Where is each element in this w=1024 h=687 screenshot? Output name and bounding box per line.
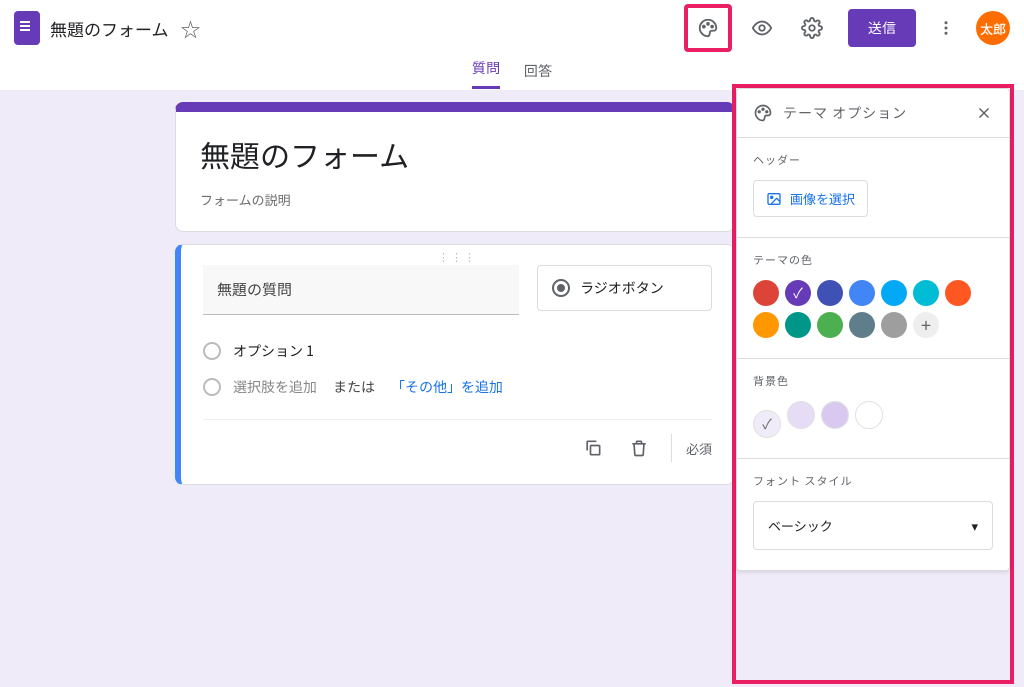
palette-icon	[753, 103, 773, 123]
delete-icon[interactable]	[621, 430, 657, 466]
chevron-down-icon: ▾	[971, 516, 978, 535]
more-icon[interactable]	[932, 8, 960, 48]
font-style-select[interactable]: ベーシック ▾	[753, 501, 993, 550]
bg-color-swatch[interactable]	[787, 401, 815, 429]
theme-color-swatch[interactable]	[785, 312, 811, 338]
bg-color-swatch[interactable]	[821, 401, 849, 429]
duplicate-icon[interactable]	[575, 430, 611, 466]
theme-color-swatch[interactable]	[849, 312, 875, 338]
theme-color-swatch[interactable]	[753, 280, 779, 306]
theme-panel-title: テーマ オプション	[783, 103, 965, 123]
theme-color-swatch[interactable]	[817, 312, 843, 338]
radio-outline-icon	[203, 378, 221, 396]
bg-color-swatch[interactable]	[753, 410, 781, 438]
theme-color-swatch[interactable]	[817, 280, 843, 306]
radio-outline-icon	[203, 342, 221, 360]
theme-color-swatch[interactable]	[881, 280, 907, 306]
question-title-input[interactable]: 無題の質問	[203, 265, 519, 315]
theme-color-swatch[interactable]	[881, 312, 907, 338]
add-other-link[interactable]: 「その他」を追加	[391, 377, 503, 397]
palette-icon[interactable]	[688, 8, 728, 48]
add-option-label[interactable]: 選択肢を追加	[233, 377, 317, 397]
forms-logo[interactable]	[14, 11, 40, 45]
settings-icon[interactable]	[792, 8, 832, 48]
radio-icon	[552, 279, 570, 297]
theme-color-label: テーマの色	[753, 252, 993, 268]
theme-color-swatch[interactable]	[913, 280, 939, 306]
option-row[interactable]: オプション 1	[203, 333, 712, 369]
theme-panel: テーマ オプション ヘッダー 画像を選択 テーマの色 + 背景色 フォント スタ…	[736, 88, 1010, 571]
annotation-highlight-palette	[684, 4, 732, 52]
document-title[interactable]: 無題のフォーム	[50, 16, 169, 41]
form-description[interactable]: フォームの説明	[200, 190, 710, 209]
theme-color-swatch[interactable]	[849, 280, 875, 306]
font-style-label: フォント スタイル	[753, 473, 993, 489]
form-header-card[interactable]: 無題のフォーム フォームの説明	[175, 102, 735, 232]
choose-image-button[interactable]: 画像を選択	[753, 180, 868, 217]
tab-responses[interactable]: 回答	[524, 61, 552, 89]
choose-image-label: 画像を選択	[790, 189, 855, 208]
theme-color-swatch[interactable]	[753, 312, 779, 338]
question-card[interactable]: ⋮⋮⋮ 無題の質問 ラジオボタン オプション 1 選択肢を追加 または 「その他…	[175, 244, 735, 485]
add-option-row[interactable]: 選択肢を追加 または 「その他」を追加	[203, 369, 712, 405]
or-label: または	[333, 377, 375, 397]
preview-icon[interactable]	[742, 8, 782, 48]
divider	[671, 434, 672, 462]
star-icon[interactable]: ☆	[181, 14, 201, 43]
form-title[interactable]: 無題のフォーム	[200, 132, 710, 176]
theme-color-swatch[interactable]	[785, 280, 811, 306]
theme-color-swatch[interactable]	[945, 280, 971, 306]
option-text[interactable]: オプション 1	[233, 341, 314, 361]
tab-questions[interactable]: 質問	[472, 58, 500, 89]
avatar[interactable]: 太郎	[976, 11, 1010, 45]
bg-color-swatches	[753, 401, 993, 438]
bg-color-label: 背景色	[753, 373, 993, 389]
required-label: 必須	[686, 439, 712, 458]
drag-handle-icon[interactable]: ⋮⋮⋮	[438, 249, 477, 265]
question-type-label: ラジオボタン	[580, 278, 664, 298]
theme-color-swatches: +	[753, 280, 973, 338]
font-style-value: ベーシック	[768, 516, 833, 535]
bg-color-swatch[interactable]	[855, 401, 883, 429]
send-button[interactable]: 送信	[848, 9, 916, 47]
question-type-select[interactable]: ラジオボタン	[537, 265, 712, 311]
header-section-label: ヘッダー	[753, 152, 993, 168]
close-icon[interactable]	[975, 104, 993, 122]
add-color-button[interactable]: +	[913, 312, 939, 338]
